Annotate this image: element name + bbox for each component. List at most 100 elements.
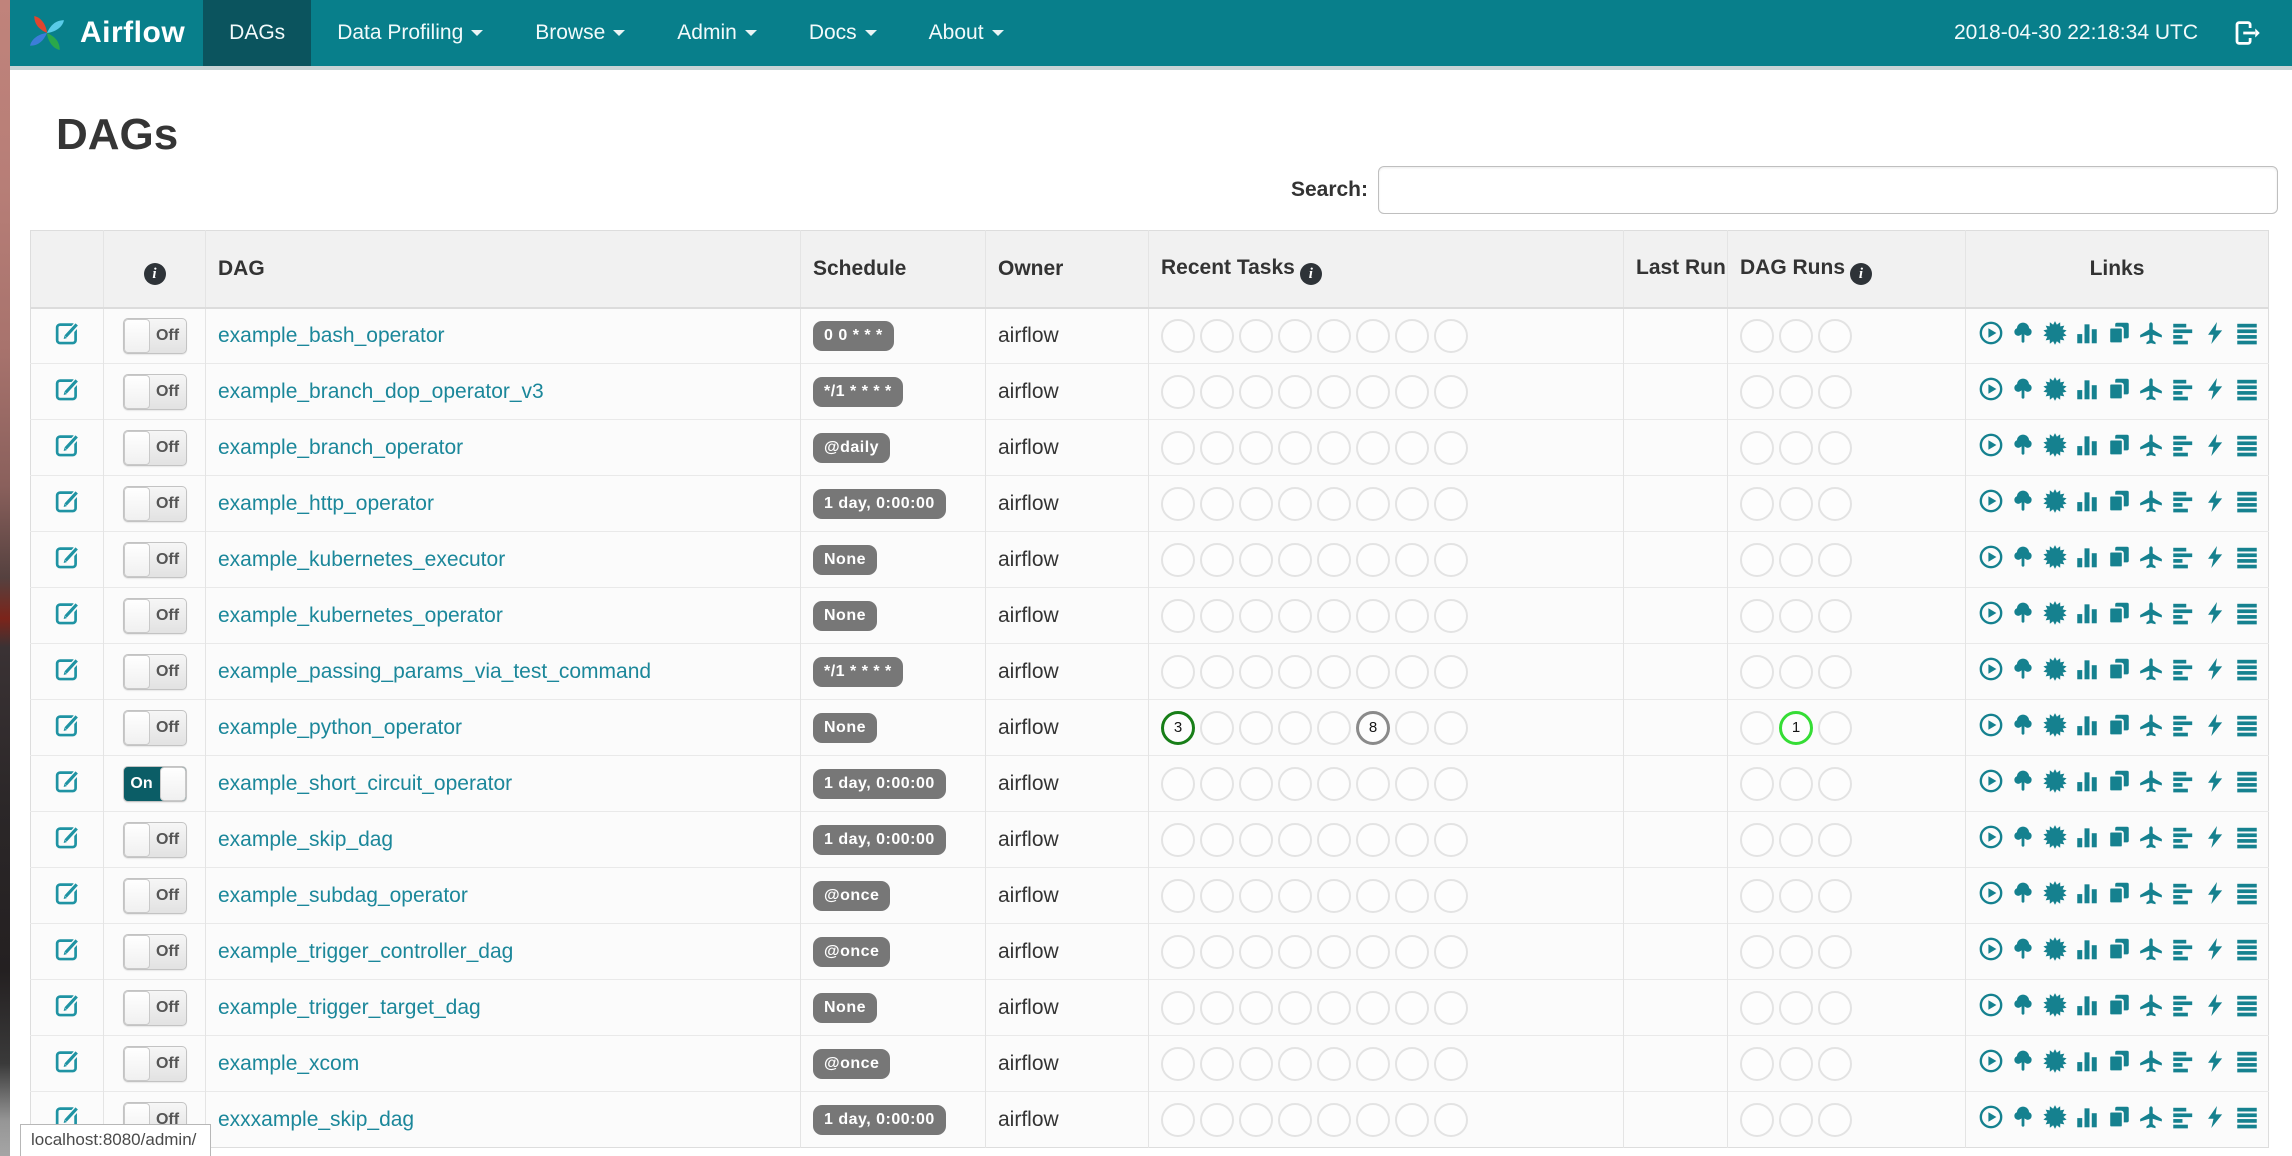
gantt-icon[interactable] (2170, 376, 2196, 402)
dag-pause-toggle[interactable]: Off (122, 485, 187, 522)
refresh-icon[interactable] (2266, 656, 2269, 682)
bar-chart-icon[interactable] (2074, 320, 2100, 346)
sunburst-icon[interactable] (2042, 936, 2068, 962)
bar-chart-icon[interactable] (2074, 768, 2100, 794)
play-circle-icon[interactable] (1978, 880, 2004, 906)
plane-icon[interactable] (2138, 1104, 2164, 1130)
plane-icon[interactable] (2138, 600, 2164, 626)
copy-icon[interactable] (2106, 600, 2132, 626)
sunburst-icon[interactable] (2042, 320, 2068, 346)
copy-icon[interactable] (2106, 712, 2132, 738)
play-circle-icon[interactable] (1978, 376, 2004, 402)
bolt-icon[interactable] (2202, 376, 2228, 402)
list-icon[interactable] (2234, 432, 2260, 458)
schedule-badge[interactable]: @once (813, 880, 891, 911)
copy-icon[interactable] (2106, 824, 2132, 850)
sunburst-icon[interactable] (2042, 712, 2068, 738)
dag-pause-toggle[interactable]: Off (122, 541, 187, 578)
play-circle-icon[interactable] (1978, 320, 2004, 346)
gantt-icon[interactable] (2170, 880, 2196, 906)
copy-icon[interactable] (2106, 376, 2132, 402)
edit-dag-icon[interactable] (54, 599, 81, 626)
plane-icon[interactable] (2138, 936, 2164, 962)
bolt-icon[interactable] (2202, 936, 2228, 962)
play-circle-icon[interactable] (1978, 600, 2004, 626)
plane-icon[interactable] (2138, 880, 2164, 906)
edit-dag-icon[interactable] (54, 319, 81, 346)
tree-icon[interactable] (2010, 936, 2036, 962)
copy-icon[interactable] (2106, 936, 2132, 962)
schedule-badge[interactable]: 1 day, 0:00:00 (813, 488, 946, 519)
list-icon[interactable] (2234, 544, 2260, 570)
edit-dag-icon[interactable] (54, 879, 81, 906)
refresh-icon[interactable] (2266, 488, 2269, 514)
dag-name-link[interactable]: example_trigger_target_dag (218, 996, 481, 1019)
copy-icon[interactable] (2106, 880, 2132, 906)
search-input[interactable] (1378, 166, 2278, 214)
schedule-badge[interactable]: @daily (813, 432, 891, 463)
play-circle-icon[interactable] (1978, 712, 2004, 738)
copy-icon[interactable] (2106, 656, 2132, 682)
gantt-icon[interactable] (2170, 712, 2196, 738)
dag-name-link[interactable]: example_skip_dag (218, 828, 393, 851)
gantt-icon[interactable] (2170, 544, 2196, 570)
gantt-icon[interactable] (2170, 824, 2196, 850)
task-count-circle-queued[interactable]: 8 (1356, 710, 1390, 745)
edit-dag-icon[interactable] (54, 767, 81, 794)
bar-chart-icon[interactable] (2074, 432, 2100, 458)
schedule-badge[interactable]: 1 day, 0:00:00 (813, 1104, 946, 1135)
bolt-icon[interactable] (2202, 320, 2228, 346)
gantt-icon[interactable] (2170, 1104, 2196, 1130)
tree-icon[interactable] (2010, 1104, 2036, 1130)
header-recent-tasks[interactable]: Recent Tasks i (1148, 230, 1624, 309)
copy-icon[interactable] (2106, 1104, 2132, 1130)
gantt-icon[interactable] (2170, 488, 2196, 514)
play-circle-icon[interactable] (1978, 1048, 2004, 1074)
plane-icon[interactable] (2138, 768, 2164, 794)
tree-icon[interactable] (2010, 712, 2036, 738)
nav-item-about[interactable]: About (903, 0, 1030, 66)
sunburst-icon[interactable] (2042, 824, 2068, 850)
dag-name-link[interactable]: example_trigger_controller_dag (218, 940, 513, 963)
copy-icon[interactable] (2106, 432, 2132, 458)
refresh-icon[interactable] (2266, 1048, 2269, 1074)
dag-name-link[interactable]: example_python_operator (218, 716, 462, 739)
dag-name-link[interactable]: exxxample_skip_dag (218, 1108, 414, 1131)
bolt-icon[interactable] (2202, 432, 2228, 458)
bar-chart-icon[interactable] (2074, 880, 2100, 906)
edit-dag-icon[interactable] (54, 935, 81, 962)
edit-dag-icon[interactable] (54, 1047, 81, 1074)
tree-icon[interactable] (2010, 992, 2036, 1018)
tree-icon[interactable] (2010, 768, 2036, 794)
plane-icon[interactable] (2138, 320, 2164, 346)
dag-name-link[interactable]: example_passing_params_via_test_command (218, 660, 651, 683)
sunburst-icon[interactable] (2042, 432, 2068, 458)
edit-dag-icon[interactable] (54, 823, 81, 850)
bar-chart-icon[interactable] (2074, 712, 2100, 738)
bar-chart-icon[interactable] (2074, 600, 2100, 626)
dag-name-link[interactable]: example_http_operator (218, 492, 434, 515)
play-circle-icon[interactable] (1978, 656, 2004, 682)
nav-item-data-profiling[interactable]: Data Profiling (311, 0, 509, 66)
dag-name-link[interactable]: example_branch_dop_operator_v3 (218, 380, 544, 403)
gantt-icon[interactable] (2170, 768, 2196, 794)
list-icon[interactable] (2234, 712, 2260, 738)
list-icon[interactable] (2234, 320, 2260, 346)
nav-item-dags[interactable]: DAGs (203, 0, 312, 66)
plane-icon[interactable] (2138, 1048, 2164, 1074)
bolt-icon[interactable] (2202, 880, 2228, 906)
tree-icon[interactable] (2010, 488, 2036, 514)
airflow-brand-link[interactable]: Airflow (10, 0, 203, 66)
tree-icon[interactable] (2010, 600, 2036, 626)
bolt-icon[interactable] (2202, 712, 2228, 738)
sunburst-icon[interactable] (2042, 544, 2068, 570)
refresh-icon[interactable] (2266, 544, 2269, 570)
schedule-badge[interactable]: 1 day, 0:00:00 (813, 768, 946, 799)
schedule-badge[interactable]: @once (813, 936, 891, 967)
edit-dag-icon[interactable] (54, 655, 81, 682)
plane-icon[interactable] (2138, 376, 2164, 402)
bolt-icon[interactable] (2202, 656, 2228, 682)
dag-pause-toggle[interactable]: Off (122, 317, 187, 354)
list-icon[interactable] (2234, 656, 2260, 682)
tree-icon[interactable] (2010, 880, 2036, 906)
